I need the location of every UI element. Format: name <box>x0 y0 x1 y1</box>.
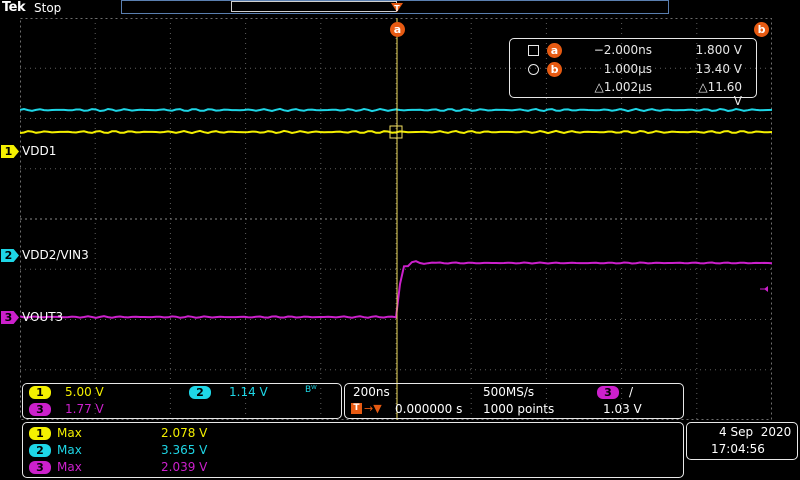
ch1-badge: 1 <box>29 386 51 399</box>
horizontal-trigger-panel[interactable]: 200ns 500MS/s 3 / T →▼ 0.000000 s 1000 p… <box>344 383 684 419</box>
meas2-value: 3.365 V <box>161 443 208 457</box>
meas3-type: Max <box>57 460 82 474</box>
trigger-slope-icon: / <box>629 385 634 399</box>
trigger-position-value: 0.000000 s <box>395 402 463 416</box>
ch2-bandwidth-icon: Bᵂ <box>305 385 317 395</box>
square-icon <box>528 45 539 56</box>
ch2-badge: 2 <box>189 386 211 399</box>
cursor-a-marker[interactable]: a <box>390 22 405 37</box>
trigger-source-badge: 3 <box>597 386 619 399</box>
cursor-a-time: −2.000ns <box>593 43 652 57</box>
circle-icon <box>528 64 539 75</box>
cursor-delta-time: △1.002μs <box>594 80 652 94</box>
meas3-value: 2.039 V <box>161 460 208 474</box>
trigger-position-badge: T <box>351 403 362 414</box>
channel-1-waveform <box>20 129 772 135</box>
meas3-badge: 3 <box>29 461 51 474</box>
vertical-settings-panel[interactable]: 1 5.00 V 2 1.14 V Bᵂ 3 1.77 V <box>22 383 342 419</box>
channel-2-tag[interactable]: 2 <box>1 249 19 262</box>
channel-2-name: VDD2/VIN3 <box>22 248 89 262</box>
cursor-a-badge: a <box>547 43 562 58</box>
cursor-b-marker[interactable]: b <box>754 22 769 37</box>
cursor-b-value: 13.40 V <box>695 62 742 76</box>
channel-3-tag[interactable]: 3 <box>1 311 19 324</box>
cursor-a-value: 1.800 V <box>695 43 742 57</box>
trigger-level: 1.03 V <box>603 402 642 416</box>
datetime-panel[interactable]: 4 Sep 2020 17:04:56 <box>686 422 798 460</box>
ch3-badge: 3 <box>29 403 51 416</box>
cursor-readout-panel[interactable]: a −2.000ns 1.800 V b 1.000μs 13.40 V △1.… <box>509 38 757 108</box>
meas1-type: Max <box>57 426 82 440</box>
channel-1-name: VDD1 <box>22 144 57 158</box>
ch3-scale: 1.77 V <box>65 402 104 416</box>
cursor-b-time: 1.000μs <box>603 62 652 76</box>
meas1-value: 2.078 V <box>161 426 208 440</box>
channel-3-waveform <box>20 260 772 319</box>
meas2-type: Max <box>57 443 82 457</box>
arrow-right-down-icon: →▼ <box>364 402 382 415</box>
channel-3-name: VOUT3 <box>22 310 64 324</box>
meas2-badge: 2 <box>29 444 51 457</box>
cursor-b-row: b 1.000μs 13.40 V <box>510 61 756 79</box>
cursor-delta-value: △11.60 V <box>698 80 742 108</box>
top-markers: T <box>391 3 403 13</box>
channel-1-tag[interactable]: 1 <box>1 145 19 158</box>
trigger-position-label: T <box>394 4 400 13</box>
channel-2-waveform <box>20 107 772 113</box>
time-display: 17:04:56 <box>711 442 765 456</box>
date-display: 4 Sep 2020 <box>719 425 792 439</box>
cursor-a-row: a −2.000ns 1.800 V <box>510 42 756 60</box>
ch2-scale: 1.14 V <box>229 385 268 399</box>
cursor-b-badge: b <box>547 62 562 77</box>
time-per-division: 200ns <box>353 385 390 399</box>
record-length: 1000 points <box>483 402 555 416</box>
measurements-panel[interactable]: 1 Max 2.078 V 2 Max 3.365 V 3 Max 2.039 … <box>22 422 684 478</box>
meas1-badge: 1 <box>29 427 51 440</box>
trigger-position-icon[interactable]: T <box>391 3 403 13</box>
sample-rate: 500MS/s <box>483 385 535 399</box>
ch1-scale: 5.00 V <box>65 385 104 399</box>
cursor-delta-row: △1.002μs △11.60 V <box>510 79 756 108</box>
